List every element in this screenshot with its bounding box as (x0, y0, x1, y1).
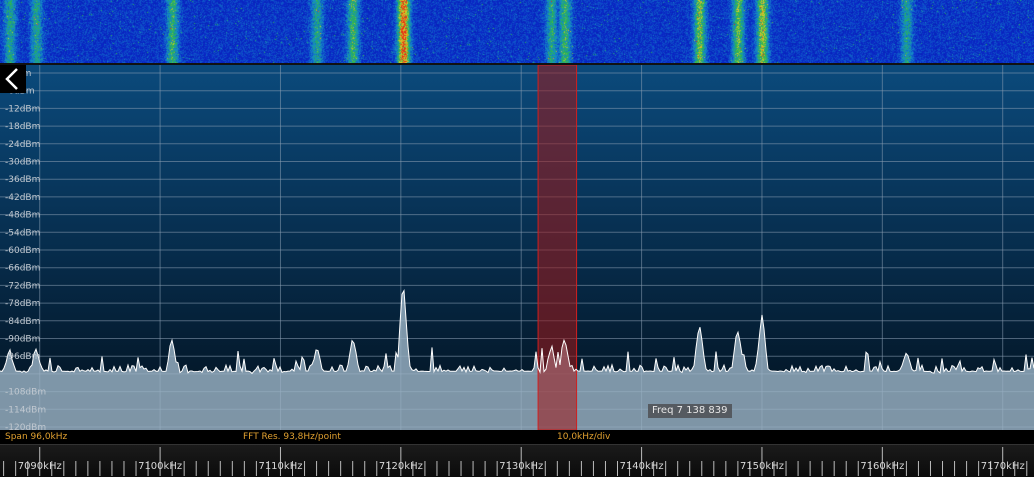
db-axis-label: -96dBm (5, 352, 40, 362)
back-button[interactable] (0, 65, 26, 93)
span-label: Span 96,0kHz (5, 432, 68, 442)
db-axis-label: -48dBm (5, 211, 40, 221)
frequency-label: 7150kHz (740, 461, 784, 472)
db-axis-label: -72dBm (5, 281, 40, 291)
chevron-left-icon (5, 68, 18, 90)
db-axis-label: -108dBm (5, 388, 46, 398)
db-axis-label: -54dBm (5, 228, 40, 238)
db-axis-label: -24dBm (5, 140, 40, 150)
db-axis-label: -60dBm (5, 246, 40, 256)
db-axis-label: -42dBm (5, 193, 40, 203)
frequency-label: 7090kHz (18, 461, 62, 472)
db-axis-label: -36dBm (5, 175, 40, 185)
frequency-label: 7130kHz (499, 461, 543, 472)
spectrum-display[interactable]: 0dBm-6dBm-12dBm-18dBm-24dBm-30dBm-36dBm-… (0, 65, 1034, 430)
db-axis-label: -18dBm (5, 122, 40, 132)
info-bar: Span 96,0kHz FFT Res. 93,8Hz/point 10,0k… (0, 430, 1034, 444)
frequency-axis[interactable]: 7090kHz 7100kHz 7110kHz 7120kHz 7130kHz 7140k… (0, 444, 1034, 477)
fft-resolution-label: FFT Res. 93,8Hz/point (243, 432, 341, 442)
frequency-label: 7120kHz (379, 461, 423, 472)
db-axis-label: -90dBm (5, 335, 40, 345)
frequency-label: 7160kHz (860, 461, 904, 472)
selected-channel-band[interactable] (537, 65, 578, 430)
frequency-tooltip: Freq 7 138 839 (648, 404, 732, 418)
frequency-label: 7110kHz (258, 461, 302, 472)
frequency-label: 7100kHz (138, 461, 182, 472)
db-axis-label: -12dBm (5, 104, 40, 114)
db-axis-label: -84dBm (5, 317, 40, 327)
db-axis-label: -30dBm (5, 158, 40, 168)
waterfall-display[interactable] (0, 0, 1034, 63)
db-axis-label: -120dBm (5, 423, 46, 430)
frequency-label: 7170kHz (981, 461, 1025, 472)
division-label: 10,0kHz/div (557, 432, 611, 442)
frequency-label: 7140kHz (620, 461, 664, 472)
db-axis-label: -66dBm (5, 264, 40, 274)
frequency-ticks: 7090kHz 7100kHz 7110kHz 7120kHz 7130kHz 7140k… (3, 447, 1028, 476)
db-axis-label: -114dBm (5, 405, 46, 415)
db-axis-label: -78dBm (5, 299, 40, 309)
